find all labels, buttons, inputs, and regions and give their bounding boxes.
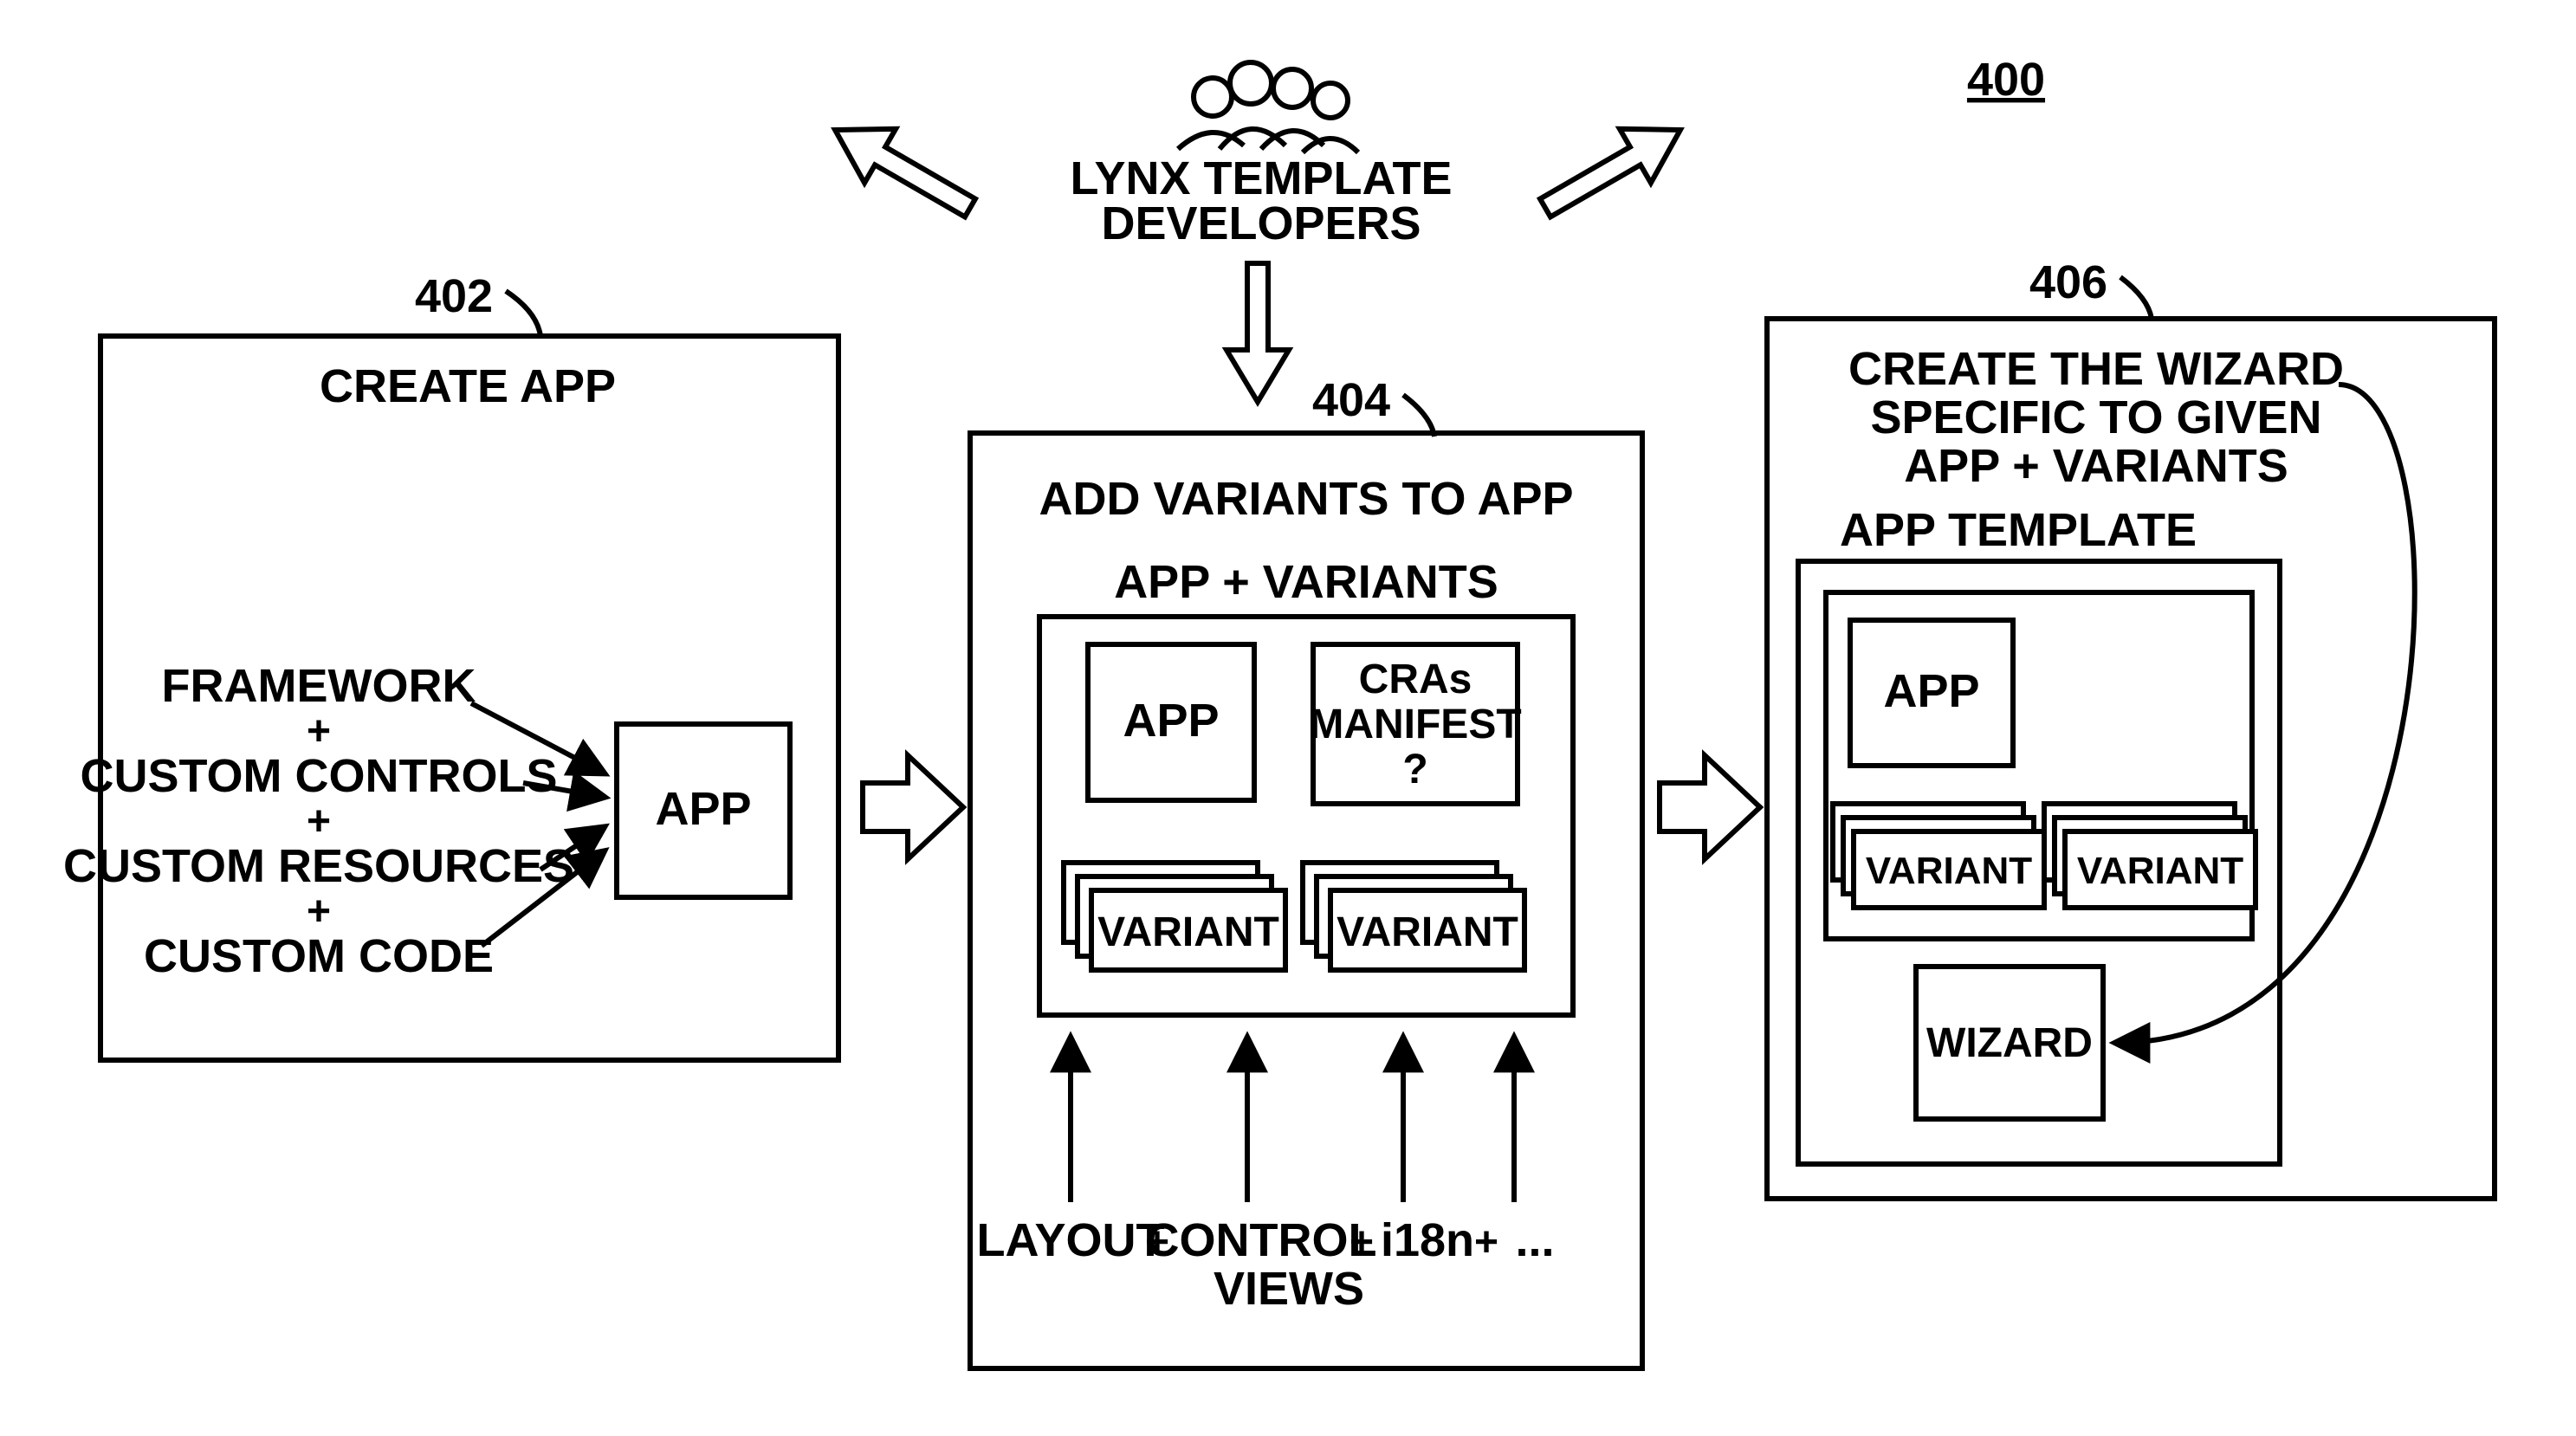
box3-title1: CREATE THE WIZARD xyxy=(1848,343,2344,395)
box3-template-title: APP TEMPLATE xyxy=(1840,504,2197,556)
plus-3: + xyxy=(307,889,331,935)
box2-manifest-3: ? xyxy=(1402,747,1427,792)
box3-title3: APP + VARIANTS xyxy=(1904,440,2288,492)
box2-variant-2: VARIANT xyxy=(1337,909,1518,955)
box-404: 404 ADD VARIANTS TO APP APP + VARIANTS A… xyxy=(970,374,1642,1368)
box2-i18n: i18n xyxy=(1381,1214,1474,1266)
box2-control: CONTROL xyxy=(1146,1214,1377,1266)
developers-label-2: DEVELOPERS xyxy=(1101,197,1421,249)
developers-icon xyxy=(1178,62,1358,152)
box3-variant-stack-2: VARIANT xyxy=(2044,804,2256,908)
developers-label-1: LYNX TEMPLATE xyxy=(1070,152,1452,204)
box2-plus-c: + xyxy=(1474,1219,1498,1265)
box2-app-label: APP xyxy=(1123,695,1219,747)
arrow-404-406 xyxy=(1660,755,1760,859)
box-406: 406 CREATE THE WIZARD SPECIFIC TO GIVEN … xyxy=(1767,256,2495,1199)
box1-in-resources: CUSTOM RESOURCES xyxy=(63,840,574,892)
plus-2: + xyxy=(307,799,331,844)
arrow-402-404 xyxy=(863,755,963,859)
dev-arrows xyxy=(819,103,1696,402)
box3-variant-2: VARIANT xyxy=(2077,850,2243,892)
box2-variant-stack-1: VARIANT xyxy=(1064,863,1285,970)
box1-ref: 402 xyxy=(415,270,493,322)
box3-variant-1: VARIANT xyxy=(1866,850,2032,892)
plus-1: + xyxy=(307,708,331,754)
box1-app-label: APP xyxy=(655,783,751,835)
box1-in-controls: CUSTOM CONTROLS xyxy=(81,750,558,802)
box2-views: VIEWS xyxy=(1214,1263,1364,1315)
figure-reference: 400 xyxy=(1967,54,2045,106)
box2-plus-b: + xyxy=(1349,1219,1374,1265)
box1-in-code: CUSTOM CODE xyxy=(144,930,494,982)
box3-wizard: WIZARD xyxy=(1926,1020,2093,1066)
box2-ref: 404 xyxy=(1312,374,1390,426)
box2-subtitle: APP + VARIANTS xyxy=(1114,556,1498,608)
box2-manifest-2: MANIFEST xyxy=(1309,702,1521,747)
box3-variant-stack-1: VARIANT xyxy=(1833,804,2044,908)
box2-layout: LAYOUT xyxy=(976,1214,1164,1266)
box2-manifest-1: CRAs xyxy=(1359,657,1472,702)
box-402: 402 CREATE APP FRAMEWORK + CUSTOM CONTRO… xyxy=(63,270,838,1060)
box3-app: APP xyxy=(1883,665,1979,717)
box2-variant-1: VARIANT xyxy=(1097,909,1279,955)
box1-in-framework: FRAMEWORK xyxy=(162,660,476,712)
box1-title: CREATE APP xyxy=(320,360,616,412)
box2-dots: ... xyxy=(1515,1214,1554,1266)
box2-variant-stack-2: VARIANT xyxy=(1303,863,1524,970)
box3-ref: 406 xyxy=(2029,256,2107,308)
box3-title2: SPECIFIC TO GIVEN xyxy=(1870,391,2321,443)
box2-title: ADD VARIANTS TO APP xyxy=(1039,473,1573,525)
